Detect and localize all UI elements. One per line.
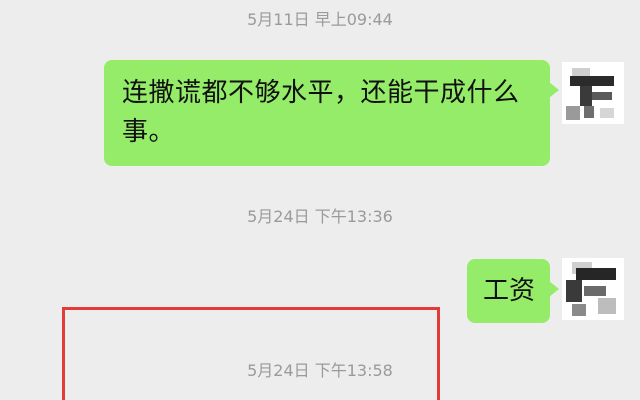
avatar[interactable] — [562, 258, 624, 320]
message-bubble[interactable]: 工资 — [467, 259, 559, 323]
highlight-box — [62, 307, 440, 400]
timestamp: 5月11日 早上09:44 — [247, 10, 393, 29]
avatar[interactable] — [562, 62, 624, 124]
message-text: 工资 — [483, 276, 536, 306]
chat-window: 5月11日 早上09:44 连撒谎都不够水平，还能干成什么事。 5月24日 下午… — [0, 0, 640, 400]
message-bubble[interactable]: 连撒谎都不够水平，还能干成什么事。 — [104, 60, 559, 166]
timestamp: 5月24日 下午13:36 — [247, 207, 393, 226]
message-text: 连撒谎都不够水平，还能干成什么事。 — [122, 78, 520, 147]
timestamp: 5月24日 下午13:58 — [247, 361, 393, 380]
